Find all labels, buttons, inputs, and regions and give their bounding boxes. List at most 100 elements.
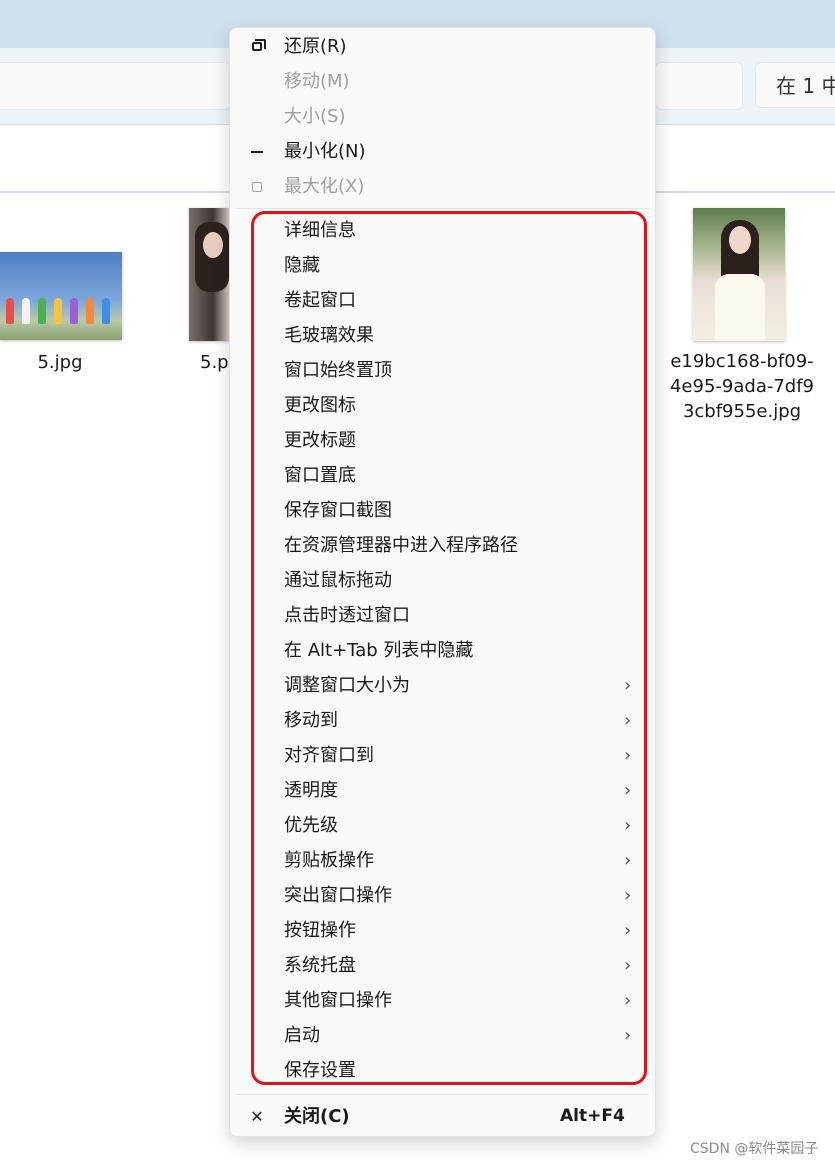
chevron-right-icon: › — [624, 780, 632, 801]
menu-item-label: 关闭(C) — [284, 1106, 350, 1127]
menu-item-18[interactable]: 剪贴板操作 › — [230, 843, 655, 878]
menu-item-label: 其他窗口操作 — [284, 990, 392, 1011]
menu-item-label: 更改图标 — [284, 395, 356, 416]
refresh-area[interactable] — [655, 62, 743, 110]
menu-item-label: 透明度 — [284, 780, 338, 801]
menu-item-icon-slot — [248, 528, 266, 563]
menu-item-icon-slot — [248, 1018, 266, 1053]
menu-item-icon-slot — [248, 458, 266, 493]
menu-item-icon-slot — [248, 64, 266, 99]
file-name[interactable]: e19bc168-bf09-4e95-9ada-7df93cbf955e.jpg — [668, 349, 816, 424]
menu-item-system-2[interactable]: 大小(S) — [230, 99, 655, 134]
menu-item-5[interactable]: 更改图标 — [230, 388, 655, 423]
menu-item-11[interactable]: 点击时透过窗口 — [230, 598, 655, 633]
menu-item-icon-slot — [248, 773, 266, 808]
menu-item-9[interactable]: 在资源管理器中进入程序路径 — [230, 528, 655, 563]
menu-item-label: 优先级 — [284, 815, 338, 836]
menu-item-icon-slot — [248, 248, 266, 283]
menu-item-label: 卷起窗口 — [284, 290, 356, 311]
menu-item-2[interactable]: 卷起窗口 — [230, 283, 655, 318]
menu-item-label: 保存设置 — [284, 1060, 356, 1081]
close-icon: ✕ — [250, 1107, 264, 1126]
maximize-icon — [248, 169, 266, 204]
menu-item-label: 毛玻璃效果 — [284, 325, 374, 346]
menu-item-icon-slot — [248, 563, 266, 598]
menu-item-icon-slot — [248, 878, 266, 913]
file-name[interactable]: 5.jpg — [20, 350, 100, 375]
menu-item-label: 移动(M) — [284, 71, 350, 92]
menu-item-icon-slot — [248, 598, 266, 633]
menu-item-system-4[interactable]: 最大化(X) — [230, 169, 655, 204]
menu-item-icon-slot — [248, 633, 266, 668]
menu-separator — [236, 208, 649, 209]
menu-item-17[interactable]: 优先级 › — [230, 808, 655, 843]
menu-item-icon-slot — [248, 283, 266, 318]
menu-item-label: 最大化(X) — [284, 176, 365, 197]
menu-item-close[interactable]: ✕ 关闭(C) Alt+F4 — [230, 1099, 655, 1134]
chevron-right-icon: › — [624, 920, 632, 941]
menu-item-label: 隐藏 — [284, 255, 320, 276]
window-context-menu: 还原(R) 移动(M) 大小(S) 最小化(N) 最大化(X) 详细信息隐藏卷起窗口毛玻璃… — [229, 27, 656, 1137]
file-thumbnail-jump[interactable] — [0, 252, 122, 340]
menu-separator — [236, 1094, 649, 1095]
menu-item-label: 调整窗口大小为 — [284, 675, 410, 696]
menu-item-icon-slot — [248, 99, 266, 134]
menu-item-16[interactable]: 透明度 › — [230, 773, 655, 808]
menu-item-label: 保存窗口截图 — [284, 500, 392, 521]
menu-item-15[interactable]: 对齐窗口到 › — [230, 738, 655, 773]
menu-item-label: 详细信息 — [284, 220, 356, 241]
menu-item-4[interactable]: 窗口始终置顶 — [230, 353, 655, 388]
menu-item-label: 在 Alt+Tab 列表中隐藏 — [284, 640, 474, 661]
menu-item-label: 点击时透过窗口 — [284, 605, 410, 626]
menu-item-0[interactable]: 详细信息 — [230, 213, 655, 248]
menu-item-10[interactable]: 通过鼠标拖动 — [230, 563, 655, 598]
chevron-right-icon: › — [624, 815, 632, 836]
menu-item-system-3[interactable]: 最小化(N) — [230, 134, 655, 169]
menu-item-icon-slot — [248, 703, 266, 738]
file-thumbnail-portrait[interactable] — [189, 208, 229, 341]
menu-item-24[interactable]: 保存设置 — [230, 1053, 655, 1088]
menu-item-1[interactable]: 隐藏 — [230, 248, 655, 283]
menu-item-icon-slot — [248, 318, 266, 353]
menu-item-shortcut: Alt+F4 — [560, 1106, 625, 1126]
file-thumbnail-portrait[interactable] — [693, 208, 785, 341]
watermark: CSDN @软件菜园子 — [690, 1141, 819, 1157]
menu-item-icon-slot — [248, 913, 266, 948]
search-input[interactable]: 在 1 中 — [755, 62, 835, 108]
menu-item-label: 突出窗口操作 — [284, 885, 392, 906]
menu-item-icon-slot — [248, 808, 266, 843]
menu-item-8[interactable]: 保存窗口截图 — [230, 493, 655, 528]
minimize-icon — [248, 134, 266, 169]
menu-item-22[interactable]: 其他窗口操作 › — [230, 983, 655, 1018]
chevron-right-icon: › — [624, 990, 632, 1011]
chevron-right-icon: › — [624, 745, 632, 766]
menu-item-label: 通过鼠标拖动 — [284, 570, 392, 591]
menu-item-label: 移动到 — [284, 710, 338, 731]
menu-item-7[interactable]: 窗口置底 — [230, 458, 655, 493]
menu-item-23[interactable]: 启动 › — [230, 1018, 655, 1053]
menu-item-icon-slot — [248, 388, 266, 423]
chevron-right-icon: › — [624, 955, 632, 976]
restore-icon — [248, 29, 266, 64]
menu-item-label: 启动 — [284, 1025, 320, 1046]
menu-item-label: 窗口始终置顶 — [284, 360, 392, 381]
menu-item-14[interactable]: 移动到 › — [230, 703, 655, 738]
menu-item-label: 更改标题 — [284, 430, 356, 451]
menu-item-12[interactable]: 在 Alt+Tab 列表中隐藏 — [230, 633, 655, 668]
menu-item-21[interactable]: 系统托盘 › — [230, 948, 655, 983]
menu-item-icon-slot — [248, 983, 266, 1018]
menu-item-icon-slot — [248, 423, 266, 458]
menu-item-system-1[interactable]: 移动(M) — [230, 64, 655, 99]
menu-item-system-0[interactable]: 还原(R) — [230, 29, 655, 64]
menu-item-19[interactable]: 突出窗口操作 › — [230, 878, 655, 913]
address-bar[interactable] — [0, 62, 231, 110]
chevron-right-icon: › — [624, 1025, 632, 1046]
menu-item-13[interactable]: 调整窗口大小为 › — [230, 668, 655, 703]
menu-item-label: 大小(S) — [284, 106, 346, 127]
menu-item-icon-slot — [248, 948, 266, 983]
menu-item-icon-slot — [248, 738, 266, 773]
menu-item-6[interactable]: 更改标题 — [230, 423, 655, 458]
menu-item-20[interactable]: 按钮操作 › — [230, 913, 655, 948]
chevron-right-icon: › — [624, 885, 632, 906]
menu-item-3[interactable]: 毛玻璃效果 — [230, 318, 655, 353]
